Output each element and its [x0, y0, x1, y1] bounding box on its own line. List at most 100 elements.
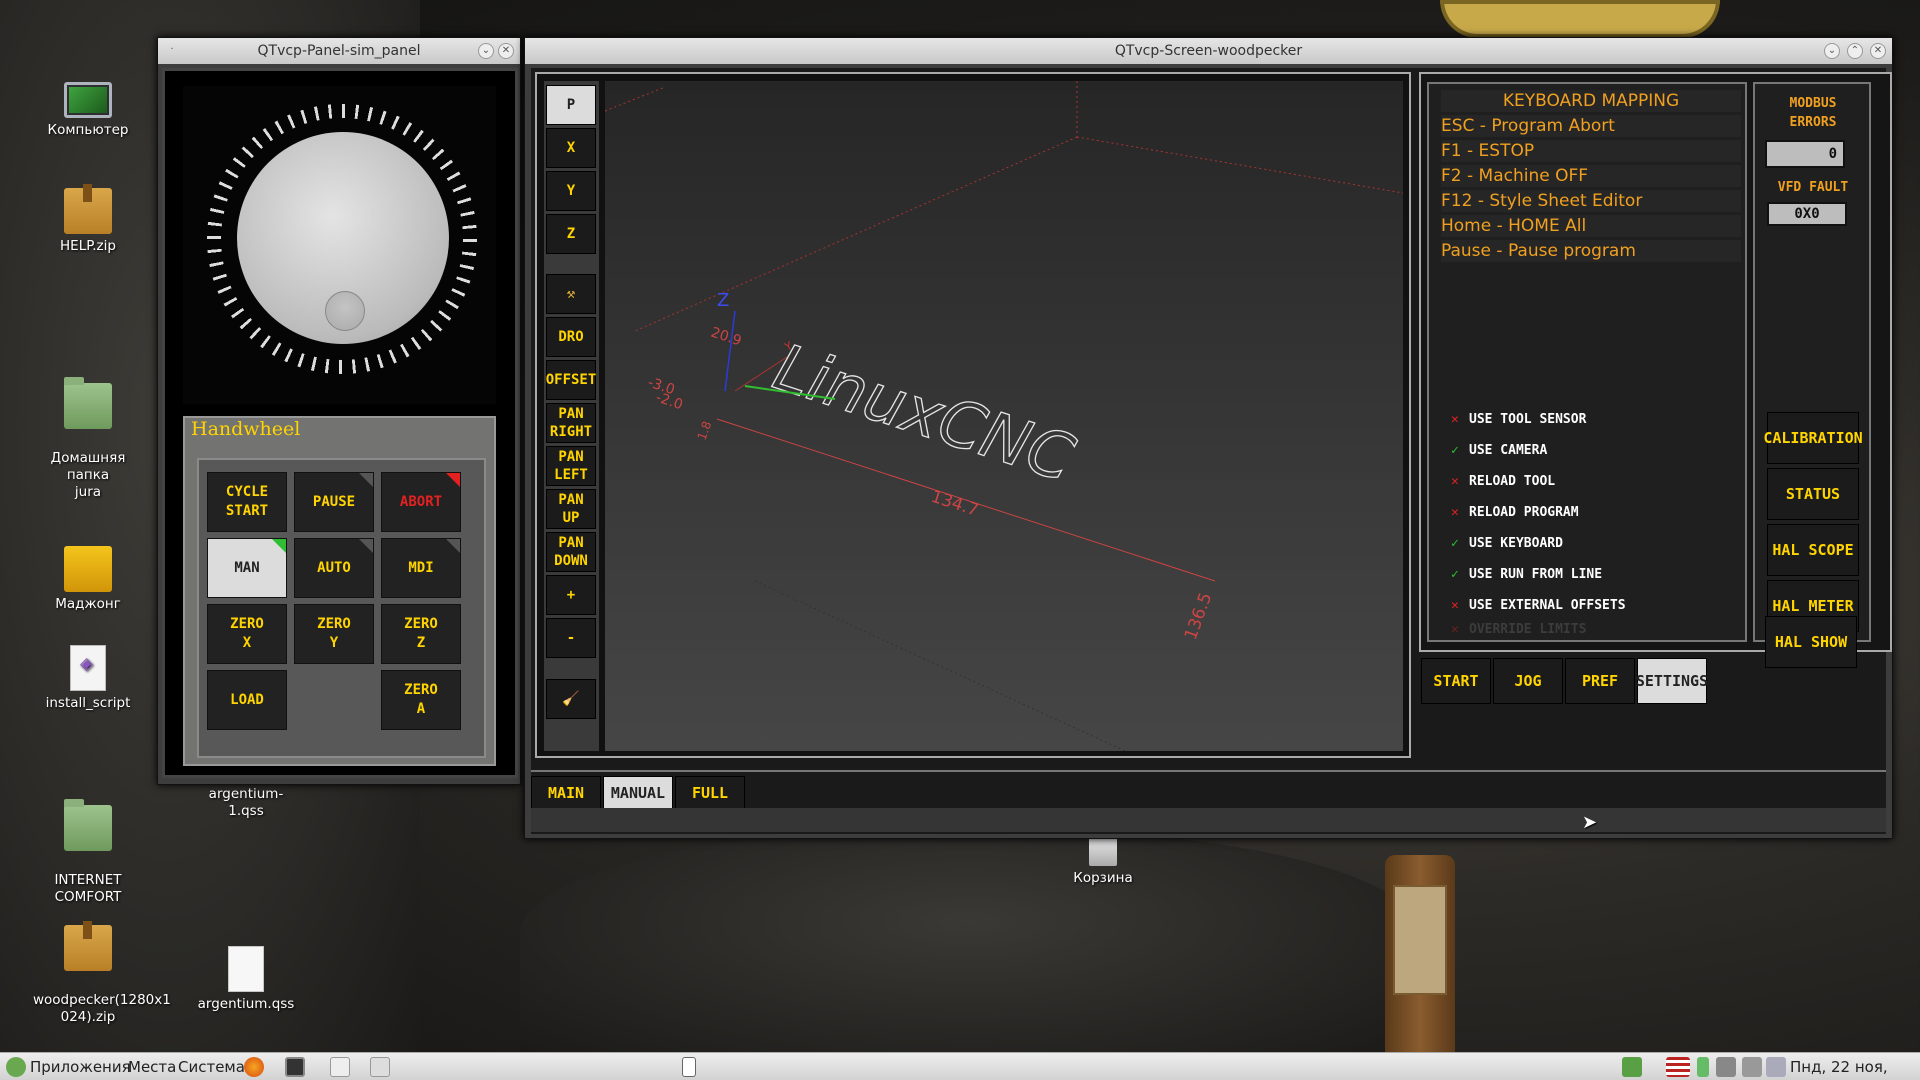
auto-mode-button[interactable]: AUTO	[294, 538, 374, 598]
desktop-icon-help-zip[interactable]: HELP.zip	[33, 184, 143, 255]
update-notifier-icon[interactable]	[1622, 1057, 1642, 1077]
tab-main[interactable]: MAIN	[531, 776, 601, 810]
volume-icon[interactable]	[1742, 1057, 1762, 1077]
menu-places[interactable]: Места	[128, 1057, 176, 1077]
calibration-button[interactable]: CALIBRATION	[1763, 412, 1863, 464]
pan-left-button[interactable]: PAN LEFT	[546, 446, 596, 486]
linuxcnc-icon[interactable]	[370, 1057, 390, 1077]
main-window-title: QTvcp-Screen-woodpecker	[1114, 43, 1303, 59]
view-y-button[interactable]: Y	[546, 171, 596, 211]
keyboard-layout-flag-icon[interactable]	[1666, 1057, 1690, 1077]
offset-toggle-button[interactable]: OFFSET	[546, 360, 596, 400]
firefox-icon[interactable]	[244, 1057, 264, 1077]
option-reload-program[interactable]: ✕ RELOAD PROGRAM	[1451, 503, 1741, 523]
tab-jog[interactable]: JOG	[1493, 658, 1563, 704]
limit-line	[754, 580, 1126, 752]
option-use-keyboard[interactable]: ✓ USE KEYBOARD	[1451, 534, 1741, 554]
zoom-in-button[interactable]: +	[546, 575, 596, 615]
zero-x-button[interactable]: ZERO X	[207, 604, 287, 664]
terminal-icon[interactable]	[285, 1057, 305, 1077]
desktop-icon-argentium-1-qss[interactable]: argentium-1.qss	[191, 786, 301, 820]
panel-window-titlebar[interactable]: QTvcp-Panel-sim_panel · ⌄ ✕	[158, 38, 520, 64]
option-use-run-from-line[interactable]: ✓ USE RUN FROM LINE	[1451, 565, 1741, 585]
desktop-icon-argentium-qss[interactable]: argentium.qss	[191, 946, 301, 1013]
foot-menu-icon	[6, 1057, 26, 1077]
handwheel-grip[interactable]	[325, 291, 365, 331]
panel-window: QTvcp-Panel-sim_panel · ⌄ ✕ Handwheel CY…	[157, 37, 521, 785]
handwheel-knob[interactable]	[237, 132, 449, 344]
clear-plot-button[interactable]: 🧹	[546, 679, 596, 719]
pause-button[interactable]: PAUSE	[294, 472, 374, 532]
option-use-tool-sensor[interactable]: ✕ USE TOOL SENSOR	[1451, 410, 1741, 430]
option-use-external-offsets[interactable]: ✕ USE EXTERNAL OFFSETS	[1451, 596, 1741, 616]
zero-z-button[interactable]: ZERO Z	[381, 604, 461, 664]
desktop-icon-home-folder[interactable]: Домашняя папка jura	[33, 366, 143, 518]
button-label: DRO	[558, 329, 584, 345]
network-icon[interactable]	[1716, 1057, 1736, 1077]
option-label: USE EXTERNAL OFFSETS	[1469, 598, 1626, 613]
desktop-icon-mahjong[interactable]: Маджонг	[33, 546, 143, 613]
menu-applications[interactable]: Приложения	[30, 1057, 131, 1077]
show-tool-button[interactable]: ⚒	[546, 274, 596, 314]
view-p-button[interactable]: P	[546, 85, 596, 125]
tray-tool-icon[interactable]	[1766, 1057, 1786, 1077]
option-use-camera[interactable]: ✓ USE CAMERA	[1451, 441, 1741, 461]
maximize-icon[interactable]: ⌃	[1847, 43, 1863, 59]
clock[interactable]: Пнд, 22 ноя, 22:27	[1790, 1057, 1920, 1080]
minimize-icon[interactable]: ⌄	[478, 43, 494, 59]
window-menu-icon[interactable]: ·	[164, 43, 180, 59]
handwheel-title: Handwheel	[191, 418, 301, 440]
battery-icon[interactable]	[1697, 1057, 1709, 1077]
pan-right-button[interactable]: PAN RIGHT	[546, 403, 596, 443]
button-label: +	[566, 587, 576, 603]
man-mode-button[interactable]: MAN	[207, 538, 287, 598]
view-z-button[interactable]: Z	[546, 214, 596, 254]
pan-up-button[interactable]: PAN UP	[546, 489, 596, 529]
mahjong-game-icon	[64, 546, 112, 592]
desktop-icon-install-script[interactable]: install_script	[33, 645, 143, 712]
keyboard-mapping-row: F2 - Machine OFF	[1441, 165, 1741, 187]
tab-full[interactable]: FULL	[675, 776, 745, 810]
close-icon[interactable]: ✕	[498, 43, 514, 59]
cycle-start-button[interactable]: CYCLE START	[207, 472, 287, 532]
close-icon[interactable]: ✕	[1870, 43, 1886, 59]
gcode-preview-canvas[interactable]: Z Y 134.7 136.5 20.9 1.8 -3.0 -2.0 Linux…	[604, 81, 1404, 752]
tab-settings[interactable]: SETTINGS	[1636, 658, 1708, 704]
button-label: PAN LEFT	[554, 449, 588, 483]
abort-button[interactable]: ABORT	[381, 472, 461, 532]
main-window-titlebar[interactable]: QTvcp-Screen-woodpecker ⌄ ⌃ ✕	[525, 38, 1892, 64]
load-button[interactable]: LOAD	[207, 670, 287, 730]
hal-show-button[interactable]: HAL SHOW	[1765, 616, 1857, 668]
pan-down-button[interactable]: PAN DOWN	[546, 532, 596, 572]
option-label: USE TOOL SENSOR	[1469, 412, 1587, 427]
taskbar: Приложения Места Система Пнд, 22 ноя, 22…	[0, 1052, 1920, 1080]
tab-start[interactable]: START	[1421, 658, 1491, 704]
desktop-icon-internet-comfort[interactable]: INTERNET COMFORT	[33, 788, 143, 923]
show-desktop-icon[interactable]	[682, 1057, 696, 1077]
offset-dimension-label: 1.8	[695, 419, 715, 442]
desktop-icon-woodpecker-zip[interactable]: woodpecker(1280x1 024).zip	[33, 908, 171, 1043]
option-override-limits[interactable]: ✕ OVERRIDE LIMITS	[1451, 620, 1741, 640]
text-editor-icon[interactable]	[330, 1057, 350, 1077]
mdi-mode-button[interactable]: MDI	[381, 538, 461, 598]
tab-manual[interactable]: MANUAL	[603, 776, 673, 810]
option-label: OVERRIDE LIMITS	[1469, 622, 1587, 637]
dro-toggle-button[interactable]: DRO	[546, 317, 596, 357]
panel-window-title: QTvcp-Panel-sim_panel	[257, 43, 421, 59]
hal-scope-button[interactable]: HAL SCOPE	[1767, 524, 1859, 576]
desktop-icon-trash[interactable]: Корзина	[1048, 836, 1158, 887]
zero-y-button[interactable]: ZERO Y	[294, 604, 374, 664]
tab-pref[interactable]: PREF	[1565, 658, 1635, 704]
zero-a-button[interactable]: ZERO A	[381, 670, 461, 730]
button-label: ZERO X	[230, 616, 264, 651]
status-button[interactable]: STATUS	[1767, 468, 1859, 520]
zoom-out-button[interactable]: -	[546, 618, 596, 658]
minimize-icon[interactable]: ⌄	[1824, 43, 1840, 59]
mouse-pointer-icon: ➤	[1582, 812, 1598, 833]
spindle-tool-icon: ⚒	[566, 286, 576, 302]
option-reload-tool[interactable]: ✕ RELOAD TOOL	[1451, 472, 1741, 492]
view-x-button[interactable]: X	[546, 128, 596, 168]
menu-system[interactable]: Система	[178, 1057, 245, 1077]
desktop-icon-computer[interactable]: Компьютер	[33, 82, 143, 139]
option-label: USE RUN FROM LINE	[1469, 567, 1603, 582]
